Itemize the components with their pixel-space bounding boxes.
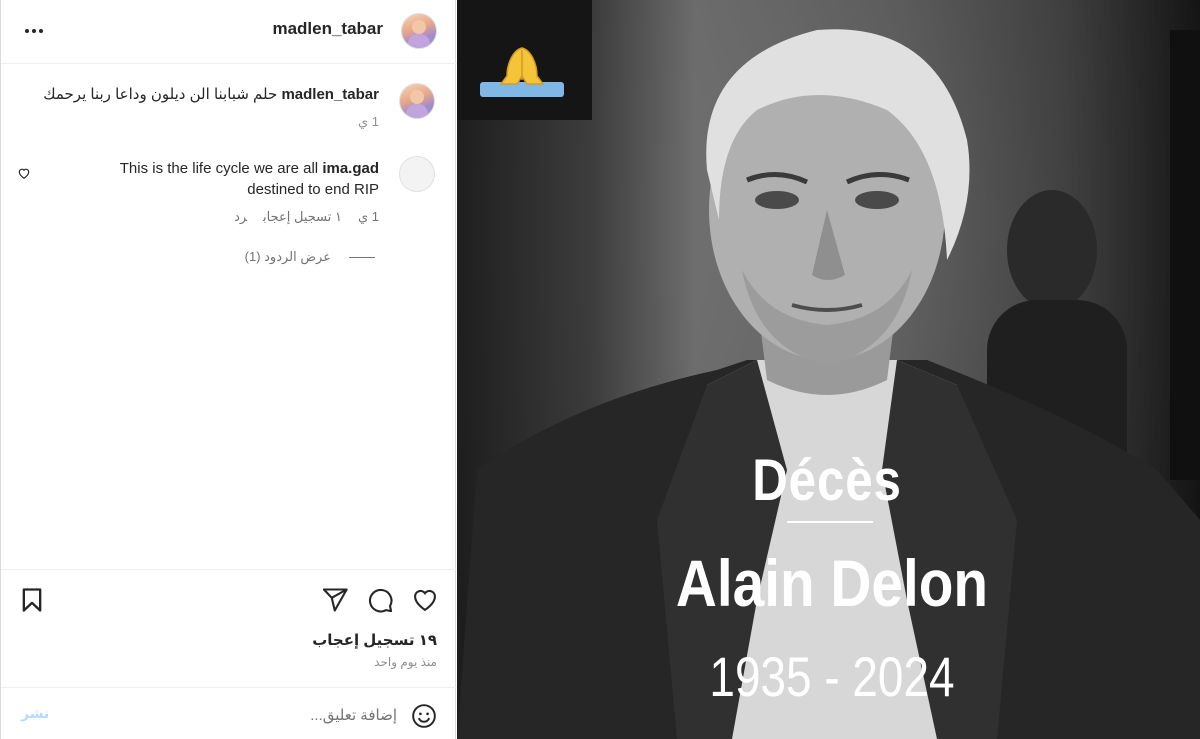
post-header: madlen_tabar: [1, 0, 457, 64]
post-image[interactable]: Décès Alain Delon 1935 - 2024: [457, 0, 1200, 739]
comment-input[interactable]: [97, 702, 397, 728]
replies-divider: [349, 256, 375, 258]
posted-time[interactable]: منذ يوم واحد: [374, 655, 437, 669]
comment-text: This is the life cycle we are all: [119, 160, 319, 177]
comment-reply-button[interactable]: رد: [234, 209, 247, 224]
header-avatar[interactable]: [401, 13, 437, 49]
bookmark-icon[interactable]: [18, 586, 46, 614]
image-years: 1935 - 2024: [709, 645, 955, 708]
view-replies-button[interactable]: عرض الردود (1): [245, 249, 375, 265]
comment-meta: 1 ي ١ تسجيل إعجاب رد: [218, 209, 379, 225]
comment-text-line2: destined to end RIP: [247, 181, 379, 198]
portrait-illustration: [457, 0, 1200, 739]
comment: This is the life cycle we are all ima.ga…: [79, 158, 379, 200]
caption-time[interactable]: 1 ي: [19, 113, 379, 131]
comment-time[interactable]: 1 ي: [358, 209, 379, 224]
likes-count[interactable]: ١٩ تسجيل إعجاب: [312, 631, 437, 649]
comment-like-heart-icon[interactable]: [17, 166, 31, 180]
more-options-icon[interactable]: [23, 21, 47, 41]
heart-icon[interactable]: [411, 586, 439, 614]
emoji-icon[interactable]: [411, 703, 437, 729]
commenter-avatar[interactable]: [399, 156, 435, 192]
caption-username[interactable]: madlen_tabar: [281, 86, 379, 103]
post-comment-button[interactable]: نشر: [21, 705, 49, 722]
action-bar: ١٩ تسجيل إعجاب منذ يوم واحد: [1, 569, 457, 687]
comments-panel: madlen_tabar madlen_tabar حلم شبابنا الن…: [0, 0, 457, 739]
caption-text: حلم شبابنا الن ديلون وداعا ربنا يرحمك: [43, 86, 278, 103]
caption-avatar[interactable]: [399, 83, 435, 119]
image-title: Décès: [752, 448, 902, 513]
view-replies-label: عرض الردود (1): [244, 249, 331, 264]
header-username[interactable]: madlen_tabar: [272, 19, 383, 39]
comment-icon[interactable]: [366, 586, 394, 614]
comment-likes[interactable]: ١ تسجيل إعجاب: [263, 209, 342, 224]
caption: madlen_tabar حلم شبابنا الن ديلون وداعا …: [19, 86, 379, 131]
title-divider: [787, 521, 873, 523]
add-comment-bar: نشر: [1, 687, 457, 739]
share-icon[interactable]: [321, 586, 349, 614]
image-name: Alain Delon: [675, 546, 989, 620]
comment-username[interactable]: ima.gad: [322, 160, 379, 177]
